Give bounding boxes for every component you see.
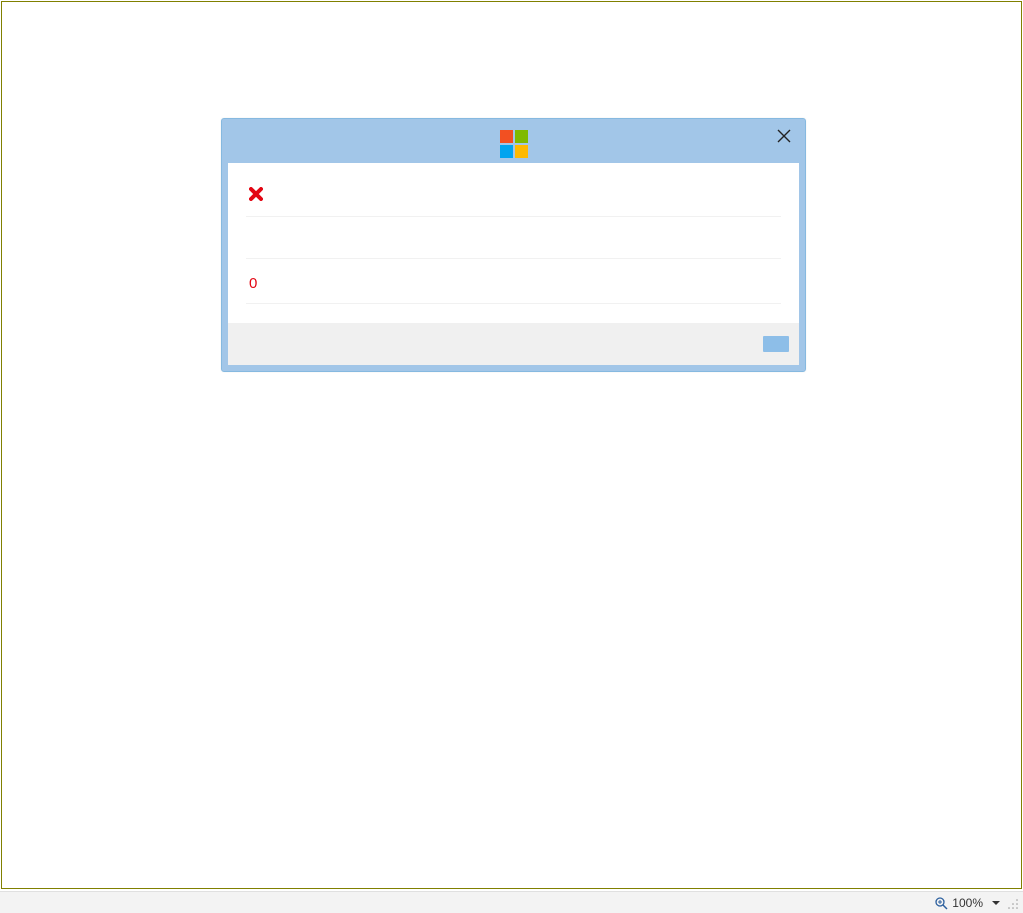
magnifier-icon — [934, 896, 948, 910]
resize-grip-icon[interactable] — [1005, 896, 1019, 910]
windows-logo-icon — [500, 130, 528, 158]
zoom-label: 100% — [952, 896, 983, 910]
dialog-body: 0 — [228, 163, 799, 323]
value-row: 0 — [246, 267, 781, 304]
status-row — [246, 177, 781, 217]
ok-button[interactable] — [763, 336, 789, 352]
value-text: 0 — [249, 275, 257, 292]
dialog-footer — [228, 323, 799, 365]
empty-row — [246, 225, 781, 259]
chevron-down-icon[interactable] — [991, 898, 1001, 908]
status-bar: 100% — [0, 891, 1023, 913]
title-bar[interactable] — [228, 125, 799, 163]
zoom-control[interactable]: 100% — [934, 896, 1001, 910]
close-button[interactable] — [771, 125, 797, 151]
viewport: 0 — [1, 1, 1022, 889]
close-icon — [776, 128, 792, 149]
dialog-window: 0 — [221, 118, 806, 372]
error-x-icon — [249, 187, 263, 201]
